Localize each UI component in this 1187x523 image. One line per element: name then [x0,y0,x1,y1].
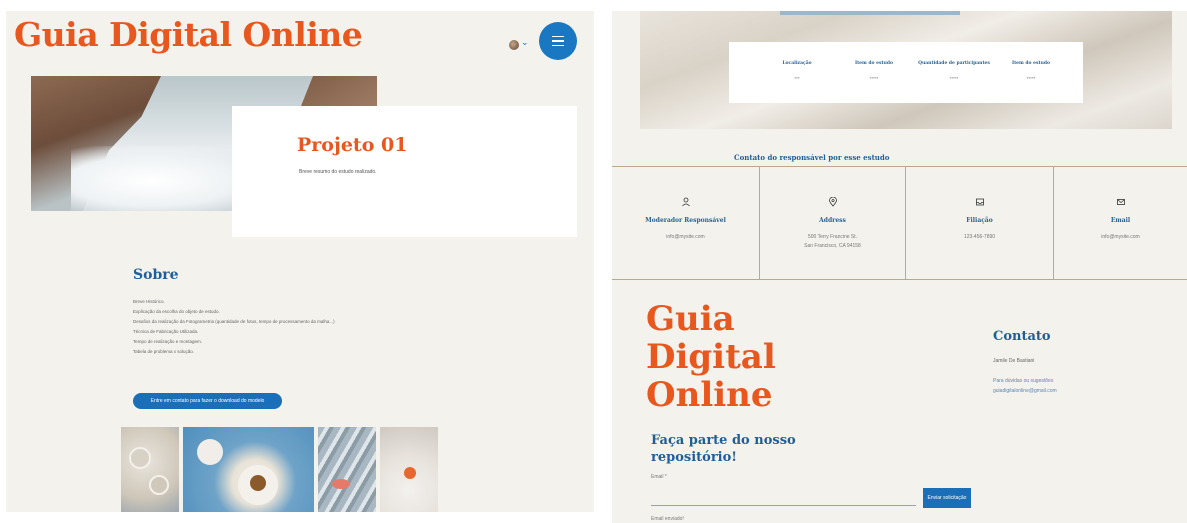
contact-page-screenshot: Localização *** Item do estudo ***** Qua… [612,11,1187,523]
menu-icon-line [552,44,564,47]
menu-button[interactable] [539,22,577,60]
contact-cell-address: Address 500 Terry Francine St. San Franc… [760,167,906,279]
list-item: Técnica de Fabricação Utilizada. [133,329,199,334]
image-strip [780,11,960,15]
chevron-down-icon[interactable]: ⌄ [521,37,529,48]
contact-cell-moderator: Moderador Responsável info@mysite.com [612,167,760,279]
info-column: Localização *** [757,61,837,81]
avatar[interactable] [509,40,519,50]
footer-logo-line: Online [646,375,773,415]
envelope-icon [1054,197,1187,210]
email-label: Email * [651,474,667,480]
gallery-image-oysters[interactable] [121,427,179,512]
send-request-button[interactable]: Enviar solicitação [923,488,971,508]
cell-value[interactable]: info@mysite.com [1054,233,1187,242]
list-item: Tempo de realização e montagem. [133,339,203,344]
footer-logo-line: Guia [646,299,735,339]
cell-value-line: San Francisco, CA 94158 [804,243,861,249]
study-info-card: Localização *** Item do estudo ***** Qua… [729,42,1083,103]
sent-message: Email enviado! [651,516,684,522]
info-column: Item do estudo ***** [834,61,914,81]
list-item: Breve Histórico. [133,299,165,304]
contato-text: Para dúvidas ou sugestões [993,378,1054,384]
menu-icon-line [552,40,564,42]
cell-title: Email [1110,217,1131,224]
cell-value[interactable]: info@mysite.com [612,233,759,242]
contact-cell-filiacao: Filiação 123-456-7890 [906,167,1054,279]
email-field-underline [651,505,916,506]
gallery-image-dessert[interactable] [183,427,314,512]
info-label: Localização [782,61,812,66]
info-label: Item do estudo [855,61,893,66]
cell-value-line: info@mysite.com [666,234,705,240]
cup-shape [197,439,223,465]
project-card: Projeto 01 Breve resumo do estudo realiz… [232,106,577,237]
cell-value: 500 Terry Francine St. San Francisco, CA… [760,233,905,251]
footer-logo-line: Digital [646,337,776,377]
inbox-icon [906,197,1053,210]
dessert-shape [250,475,266,491]
info-column: Item do estudo ***** [991,61,1071,81]
cell-value[interactable]: 123-456-7890 [906,233,1053,242]
info-value: *** [794,76,800,81]
project-page-screenshot: Guia Digital Online ⌄ Projeto 01 Breve r… [6,11,594,512]
gallery-image-drink[interactable] [380,427,438,512]
contact-cell-email: Email info@mysite.com [1054,167,1187,279]
info-column: Quantidade de participantes ***** [914,61,994,81]
info-label: Quantidade de participantes [918,61,990,66]
sobre-heading: Sobre [133,267,179,283]
fish-shape [332,479,350,489]
footer-logo[interactable]: Guia Digital Online [646,300,776,414]
join-heading: Faça parte do nosso repositório! [651,433,796,465]
list-item: Desafios da realização da Fotogrametria … [133,319,335,324]
cell-title: Address [819,217,846,224]
contact-heading: Contato do responsável por esse estudo [734,153,890,162]
cell-value-line: 500 Terry Francine St. [807,234,858,240]
info-value: ***** [949,76,959,81]
cell-value-line: info@mysite.com [1101,234,1140,240]
contato-name: Jamile De Bastiani [993,358,1035,364]
plate-shape [149,475,169,495]
cell-title: Filiação [966,217,993,224]
info-value: ***** [869,76,879,81]
plate-shape [129,447,151,469]
menu-icon [552,35,564,38]
download-contact-button[interactable]: Entre em contato para fazer o download d… [133,393,282,409]
site-logo[interactable]: Guia Digital Online [14,15,363,54]
project-summary: Breve resumo do estudo realizado. [299,169,377,175]
list-item: Tabela de problema x solução. [133,349,195,354]
location-pin-icon [760,196,905,210]
email-field[interactable] [651,489,916,503]
info-label: Item do estudo [1012,61,1050,66]
info-value: ***** [1026,76,1036,81]
gallery-image-fish[interactable] [318,427,376,512]
sobre-list: Breve Histórico. Explicação da escolha d… [133,297,335,357]
user-icon [612,197,759,210]
contato-heading: Contato [993,329,1051,344]
project-title: Projeto 01 [297,134,408,156]
drink-shape [404,467,416,479]
contact-grid: Moderador Responsável info@mysite.com Ad… [612,166,1187,280]
list-item: Explicação da escolha do objeto de estud… [133,309,220,314]
cell-value-line: 123-456-7890 [963,234,996,240]
contato-email-link[interactable]: guiadigitalonline@gmail.com [993,388,1057,394]
cell-title: Moderador Responsável [645,217,726,224]
